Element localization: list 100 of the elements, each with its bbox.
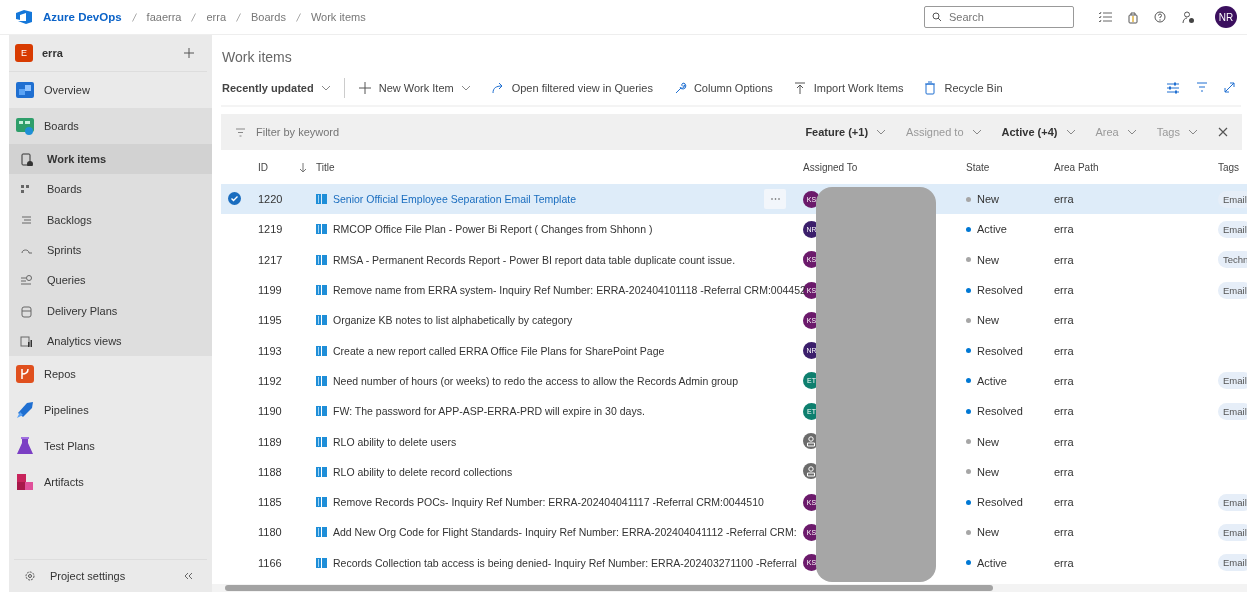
settings-icon[interactable] [24,570,36,582]
toolbar-button[interactable]: New Work Item [350,75,478,101]
breadcrumb[interactable]: erra [206,11,227,23]
state-cell: Resolved [959,344,1047,357]
id-cell-text: 1188 [257,465,283,478]
tag-pill[interactable]: Email [1218,493,1247,511]
tag-pill[interactable]: Email [1218,554,1247,572]
collapse-icon[interactable] [183,572,193,580]
state-cell: New [959,526,1047,539]
nav-item[interactable]: Test Plans [9,428,212,465]
title-link[interactable]: FW: The password for APP-ASP-ERRA-PRD will expire in 30 days. [333,405,645,418]
state-cell: New [959,465,1047,478]
title-link[interactable]: Organize KB notes to list alphabetically by category [333,314,573,327]
chevron-down-icon [1126,129,1137,135]
tag-pill[interactable]: Email [1218,523,1247,541]
toolbar-button[interactable]: Recycle Bin [916,75,1010,101]
title-link[interactable]: Create a new report called ERRA Office File Plans for SharePoint Page [333,344,665,357]
plus-icon[interactable] [183,47,195,59]
project-settings-link[interactable]: Project settings [50,570,169,582]
chevron-down-icon [971,129,982,135]
toolbar-button[interactable]: Column Options [665,75,780,101]
nav-subitem[interactable]: Queries [9,265,212,296]
book-icon [316,375,327,386]
toolbar-button[interactable]: Open filtered view in Queries [483,75,660,101]
column-header[interactable]: Tags [1211,161,1247,173]
view-dropdown[interactable]: Recently updated [221,75,338,101]
help-icon[interactable] [1154,11,1166,23]
checklist-icon[interactable] [1098,11,1112,23]
column-header[interactable]: Title [309,161,796,173]
product-name[interactable]: Azure DevOps [43,11,122,23]
column-header[interactable]: ID [251,161,309,173]
tag-pill[interactable]: Email [1218,281,1247,299]
breadcrumb[interactable]: Work items [310,11,366,23]
nav-subitem[interactable]: Delivery Plans [9,295,212,326]
breadcrumb[interactable]: faaerra [146,11,182,23]
devops-logo-icon[interactable] [15,9,33,25]
nav-item[interactable]: Overview [9,72,212,108]
breadcrumb-separator-icon [131,12,137,22]
horizontal-scrollbar[interactable] [212,584,1247,592]
area-path-cell-text: erra [1053,193,1075,206]
id-cell-text: 1166 [257,556,283,569]
search-field[interactable]: Search [924,6,1074,28]
title-link[interactable]: RMCOP Office File Plan - Power Bi Report ( Changes from Shhonn ) [333,223,653,236]
nav-subitem[interactable]: Backlogs [9,204,212,235]
breadcrumb[interactable]: Boards [251,11,286,23]
area-path-cell-text: erra [1053,223,1075,236]
tag-pill[interactable]: Email [1218,190,1247,208]
title-link[interactable]: RMSA - Permanent Records Report - Power BI report data table duplicate count issue. [333,253,736,266]
sliders-icon[interactable] [1166,82,1180,94]
nav-item[interactable]: Repos [9,356,212,393]
title-link[interactable]: Need number of hours (or weeks) to redo the access to allow the Records Admin group [333,374,739,387]
nav-subitem[interactable]: Work items [9,144,212,175]
keyword-filter-field[interactable]: Filter by keyword [254,125,458,139]
redirect-arrow-icon [490,81,505,95]
title-link[interactable]: Senior Official Employee Separation Email Template [333,193,576,206]
area-path-cell-text: erra [1053,314,1075,327]
user-avatar[interactable]: NR [1215,6,1237,28]
tag-pill[interactable]: Techn [1218,251,1247,269]
title-link[interactable]: Records Collection tab access is being denied- Inquiry Ref Number: ERRA-202403271100 -Referral [333,556,797,569]
tag-pill[interactable]: Email [1218,402,1247,420]
nav-subitem[interactable]: Analytics views [9,325,212,357]
toolbar-button[interactable]: Import Work Items [785,75,911,101]
upload-arrow-icon [792,81,807,95]
column-header[interactable]: Assigned To [796,161,959,173]
nav-subitem[interactable]: Boards [9,174,212,205]
state-cell: Resolved [959,496,1047,509]
shopping-bag-icon[interactable] [1128,10,1138,24]
book-icon [316,194,327,205]
tag-pill[interactable]: Email [1218,220,1247,238]
column-header[interactable]: State [959,161,1047,173]
id-cell-text: 1189 [257,435,283,448]
sort-down-icon[interactable] [299,161,307,173]
state-cell: Resolved [959,405,1047,418]
book-icon [316,436,327,447]
nav-item[interactable]: Pipelines [9,392,212,429]
filter-dropdown[interactable]: Active (+4) [1001,126,1076,138]
title-link[interactable]: Remove Records POCs- Inquiry Ref Number: ERRA-202404041117 -Referral CRM:0044510 [333,496,764,509]
book-icon [316,345,327,356]
project-name[interactable]: erra [42,47,174,59]
title-link[interactable]: Add New Org Code for Flight Standards- Inquiry Ref Number: ERRA-202404041112 -Referral CRM: [333,526,797,539]
close-icon[interactable] [1218,127,1228,137]
area-path-cell-text: erra [1053,435,1075,448]
nav-item[interactable]: Artifacts [9,464,212,501]
filter-dropdown[interactable]: Feature (+1) [805,126,887,138]
id-cell-text: 1193 [257,344,283,357]
column-header[interactable]: Area Path [1047,161,1211,173]
checkmark-circle-icon[interactable] [228,191,241,205]
tag-pill[interactable]: Email [1218,372,1247,390]
state-cell: Resolved [959,284,1047,297]
title-link[interactable]: RLO ability to delete users [333,435,457,448]
trash-icon [923,81,938,95]
area-path-cell-text: erra [1053,374,1075,387]
nav-item[interactable]: Boards [9,108,212,144]
id-cell-text: 1185 [257,496,283,509]
title-link[interactable]: RLO ability to delete record collections [333,465,513,478]
chevron-down-icon [876,129,887,135]
user-settings-icon[interactable] [1182,10,1195,24]
project-badge[interactable]: E [15,44,33,62]
expand-icon[interactable] [1224,82,1235,93]
nav-subitem[interactable]: Sprints [9,234,212,266]
